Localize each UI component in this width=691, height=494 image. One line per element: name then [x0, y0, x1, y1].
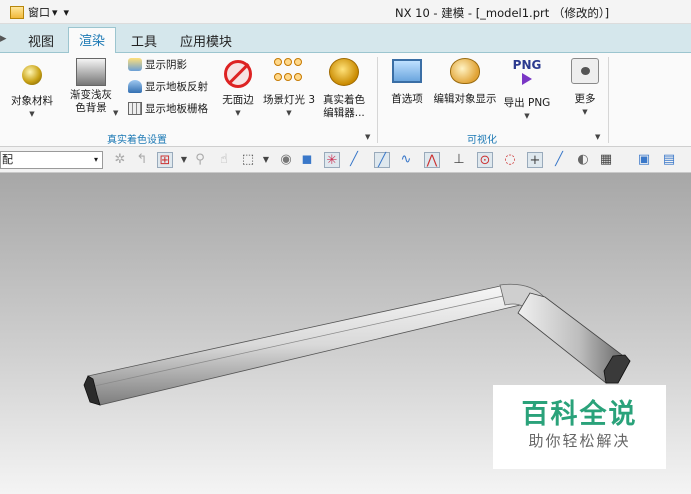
- scene-light-button[interactable]: 场景灯光 3 ▼: [261, 58, 317, 120]
- scene-light-icon: [274, 58, 304, 86]
- material-ball-icon: [22, 65, 42, 85]
- shadow-icon: [128, 58, 142, 71]
- perpendicular-icon[interactable]: ⊥: [451, 152, 467, 168]
- watermark-subtitle: 助你轻松解决: [528, 432, 631, 450]
- preferences-button[interactable]: 首选项: [386, 59, 428, 106]
- window-title: NX 10 - 建模 - [_model1.prt （修改的）]: [395, 6, 610, 20]
- tab-view[interactable]: 视图: [24, 29, 58, 53]
- group-label-visualization: 可视化: [467, 135, 497, 146]
- type-filter-value: 配: [2, 153, 13, 166]
- object-material-label: 对象材料: [11, 95, 53, 107]
- gear-icon[interactable]: ✲: [112, 152, 128, 168]
- edit-object-display-button[interactable]: 编辑对象显示: [430, 58, 500, 106]
- gradient-bg-label-1: 渐变浅灰: [70, 89, 112, 101]
- chevron-down-icon[interactable]: ▼: [258, 152, 274, 168]
- chevron-down-icon: ▼: [582, 108, 588, 116]
- export-png-label: 导出 PNG: [503, 97, 551, 109]
- chevron-down-icon: ▾: [93, 155, 98, 164]
- editor-label-2: 编辑器...: [323, 107, 365, 119]
- chevron-down-icon[interactable]: ▼: [113, 109, 118, 117]
- show-shadow-label: 显示阴影: [145, 59, 187, 71]
- overflow-icon[interactable]: ⋮: [684, 152, 691, 168]
- window-menu-label: 窗口: [28, 6, 50, 19]
- pointer-icon[interactable]: ↰: [134, 152, 150, 168]
- table-icon[interactable]: ▦: [598, 152, 614, 168]
- chevron-down-icon: ▼: [286, 109, 292, 117]
- solid-icon[interactable]: ◉: [278, 152, 294, 168]
- wrench-icon: [329, 58, 359, 86]
- view-icon[interactable]: ▣: [636, 152, 652, 168]
- type-filter-combo[interactable]: 配 ▾: [0, 151, 103, 169]
- export-arrow-icon: [522, 73, 532, 85]
- export-png-button[interactable]: PNG 导出 PNG ▼: [502, 58, 552, 123]
- camera-icon: [571, 58, 599, 84]
- more-button[interactable]: 更多 ▼: [565, 58, 605, 119]
- tab-application[interactable]: 应用模块: [176, 29, 236, 53]
- tangent-icon[interactable]: ╱: [551, 152, 567, 168]
- object-material-button[interactable]: 对象材料 ▼: [6, 61, 58, 121]
- spline-icon[interactable]: ⋀: [424, 152, 440, 168]
- chevron-down-icon: ▼: [524, 112, 530, 120]
- title-bar: 窗口 ▾ ▾ NX 10 - 建模 - [_model1.prt （修改的）]: [0, 0, 691, 24]
- show-floor-reflection-toggle[interactable]: 显示地板反射: [128, 79, 208, 94]
- curve-snap-icon[interactable]: ╱: [374, 152, 390, 168]
- layer-icon[interactable]: ▤: [661, 152, 677, 168]
- watermark-title: 百科全说: [521, 399, 638, 430]
- tab-tools[interactable]: 工具: [127, 29, 161, 53]
- gradient-background-icon: [76, 58, 106, 86]
- chevron-down-icon[interactable]: ▼: [176, 152, 192, 168]
- group-divider: [608, 57, 609, 143]
- window-menu-arrow: ▾: [52, 5, 58, 19]
- reflection-icon: [128, 80, 142, 93]
- crosshair-icon[interactable]: +: [527, 152, 543, 168]
- chevron-down-icon: ▼: [29, 110, 35, 118]
- ribbon-tab-bar: ▸ 视图 渲染 工具 应用模块: [0, 24, 691, 54]
- select-box-icon[interactable]: ⊞: [157, 152, 173, 168]
- window-menu[interactable]: 窗口 ▾ ▾: [10, 4, 69, 20]
- group-divider: [377, 57, 378, 143]
- endpoint-snap-icon[interactable]: ✳: [324, 152, 340, 168]
- rectangle-select-icon[interactable]: ⬚: [240, 152, 256, 168]
- cube-icon[interactable]: ◼: [299, 152, 315, 168]
- true-shading-editor-button[interactable]: 真实着色 编辑器...: [321, 58, 367, 120]
- tab-overflow[interactable]: ▸: [0, 29, 11, 53]
- snap-icon[interactable]: ⚲: [192, 152, 208, 168]
- group-expand-icon[interactable]: ▼: [365, 133, 370, 141]
- selection-toolbar: 配 ▾ ✲ ↰ ⊞ ▼ ⚲ ☝ ⬚ ▼ ◉ ◼ ✳ ╱ ╱ ∿ ⋀ ⊥ ⊙ ◌ …: [0, 147, 691, 173]
- editor-label-1: 真实着色: [323, 94, 365, 106]
- gradient-bg-label-2: 色背景: [75, 102, 107, 114]
- show-floor-grid-label: 显示地板栅格: [145, 103, 208, 115]
- watermark-badge: 百科全说 助你轻松解决: [493, 385, 666, 469]
- hand-icon[interactable]: ☝: [216, 152, 232, 168]
- tab-render[interactable]: 渲染: [68, 27, 117, 54]
- gradient-background-button[interactable]: 渐变浅灰 色背景: [63, 58, 119, 115]
- quadrant-icon[interactable]: ◌: [502, 152, 518, 168]
- no-face-edges-button[interactable]: 无面边 ▼: [218, 60, 258, 120]
- no-edges-icon: [224, 60, 252, 88]
- png-badge: PNG: [512, 58, 542, 72]
- line-icon[interactable]: ╱: [346, 152, 362, 168]
- more-label: 更多: [574, 93, 596, 105]
- no-face-edges-label: 无面边: [222, 94, 254, 106]
- arc-icon[interactable]: ∿: [398, 152, 414, 168]
- edit-object-display-label: 编辑对象显示: [433, 93, 497, 105]
- show-floor-grid-toggle[interactable]: 显示地板栅格: [128, 101, 208, 116]
- chevron-down-icon: ▼: [235, 109, 241, 117]
- group-expand-icon[interactable]: ▼: [595, 133, 600, 141]
- palette-icon: [450, 58, 480, 84]
- quick-access-dropdown[interactable]: ▾: [64, 6, 70, 19]
- monitor-icon: [392, 59, 422, 83]
- preferences-label: 首选项: [391, 93, 423, 105]
- grid-icon: [128, 102, 142, 115]
- window-icon: [10, 5, 24, 19]
- show-shadow-toggle[interactable]: 显示阴影: [128, 57, 187, 72]
- filter-icon[interactable]: ◐: [575, 152, 591, 168]
- group-label-true-shading: 真实着色设置: [107, 135, 167, 146]
- center-point-icon[interactable]: ⊙: [477, 152, 493, 168]
- scene-light-label: 场景灯光 3: [262, 94, 316, 106]
- ribbon: 对象材料 ▼ 渐变浅灰 色背景 ▼ 显示阴影 显示地板反射 显示地板栅格 无面边…: [0, 53, 691, 147]
- show-floor-reflection-label: 显示地板反射: [145, 81, 208, 93]
